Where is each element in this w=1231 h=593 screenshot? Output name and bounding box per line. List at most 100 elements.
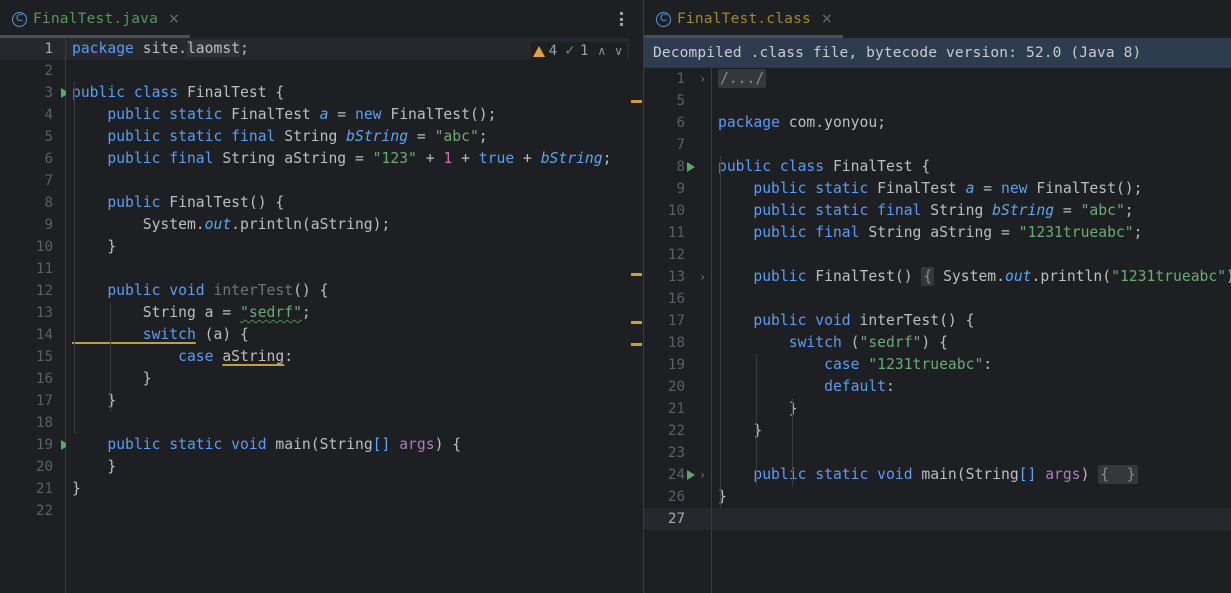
run-gutter-icon[interactable] <box>687 470 695 480</box>
right-code-content[interactable]: /.../ package com.yonyou; public class F… <box>712 68 1231 593</box>
code-line[interactable]: } <box>712 486 1231 508</box>
code-token: "abc" <box>1080 202 1125 219</box>
line-number: 14 <box>35 327 53 343</box>
code-token: case <box>718 356 869 373</box>
line-number: 1 › <box>644 68 711 90</box>
code-line[interactable] <box>712 134 1231 156</box>
code-token: String <box>319 436 373 453</box>
line-number: 9 <box>676 181 685 197</box>
code-line[interactable]: } <box>712 398 1231 420</box>
code-token: } <box>72 238 117 255</box>
code-token: FinalTest <box>186 84 267 101</box>
code-line[interactable]: public FinalTest() { <box>66 192 629 214</box>
line-number: 21 <box>35 481 53 497</box>
code-line[interactable] <box>712 90 1231 112</box>
code-line[interactable]: public class FinalTest { <box>712 156 1231 178</box>
code-line[interactable] <box>66 170 629 192</box>
line-number: 7 <box>44 173 53 189</box>
warning-triangle-icon <box>532 45 545 57</box>
code-line[interactable]: switch (a) { <box>66 324 629 346</box>
code-line[interactable]: } <box>66 236 629 258</box>
code-line[interactable]: public static FinalTest a = new FinalTes… <box>712 178 1231 200</box>
prev-problem-icon[interactable]: ∧ <box>595 44 608 58</box>
fold-chevron-icon[interactable]: › <box>700 464 705 486</box>
code-token: aString <box>222 348 285 365</box>
code-line[interactable]: package com.yonyou; <box>712 112 1231 134</box>
warning-stripe-mark[interactable] <box>631 273 642 276</box>
code-line[interactable]: } <box>66 456 629 478</box>
code-line[interactable]: public void interTest() { <box>66 280 629 302</box>
code-line[interactable] <box>66 500 629 522</box>
code-line[interactable]: public static void main(String[] args) {… <box>712 464 1231 486</box>
code-line[interactable] <box>66 258 629 280</box>
code-line[interactable]: } <box>712 420 1231 442</box>
next-problem-icon[interactable]: ∨ <box>612 44 625 58</box>
line-number: 5 <box>676 93 685 109</box>
right-gutter[interactable]: 1 › 5 6 7 8 9 10 11 12 13 › 16 17 18 19 20 21 22 23 24 › 26 27 <box>644 68 712 593</box>
code-token: String <box>930 202 993 219</box>
code-line[interactable]: } <box>66 390 629 412</box>
line-number: 7 <box>676 137 685 153</box>
fold-chevron-icon[interactable]: › <box>700 266 705 288</box>
code-token: public void <box>72 282 214 299</box>
code-line[interactable] <box>712 442 1231 464</box>
code-line[interactable]: public class FinalTest { <box>66 82 629 104</box>
code-line[interactable]: default: <box>712 376 1231 398</box>
code-line[interactable]: case "1231trueabc": <box>712 354 1231 376</box>
code-line[interactable]: /.../ <box>712 68 1231 90</box>
warning-stripe-mark[interactable] <box>631 343 642 346</box>
line-number: 4 <box>44 107 53 123</box>
code-token: main <box>921 466 957 483</box>
tab-finaltest-class[interactable]: C FinalTest.class × <box>644 0 843 38</box>
inspection-widget[interactable]: 4 ✓ 1 ∧ ∨ <box>530 42 627 60</box>
run-gutter-icon[interactable] <box>687 162 695 172</box>
code-token: System. <box>934 268 1005 285</box>
left-code-content[interactable]: package site.laomst; public class FinalT… <box>66 38 629 593</box>
line-number: 19 <box>0 434 69 456</box>
code-token: public static final <box>72 128 285 145</box>
code-line[interactable]: public final String aString = "123" + 1 … <box>66 148 629 170</box>
code-line[interactable]: } <box>66 368 629 390</box>
code-line[interactable]: public static FinalTest a = new FinalTes… <box>66 104 629 126</box>
left-code-area: 1 2 3 4 5 6 7 8 9 10 11 12 13 14 15 16 17 18 19 20 21 22 pack… <box>0 38 643 593</box>
code-line[interactable] <box>712 288 1231 310</box>
code-token: public static <box>718 180 878 197</box>
code-token: .println( <box>1031 268 1112 285</box>
code-line[interactable]: public final String aString = "1231truea… <box>712 222 1231 244</box>
left-gutter[interactable]: 1 2 3 4 5 6 7 8 9 10 11 12 13 14 15 16 17 18 19 20 21 22 <box>0 38 69 593</box>
tab-finaltest-java[interactable]: C FinalTest.java × <box>0 0 190 38</box>
warning-stripe-mark[interactable] <box>631 100 642 103</box>
fold-chevron-icon[interactable]: › <box>700 68 705 90</box>
code-line[interactable] <box>66 412 629 434</box>
code-line[interactable]: String a = "sedrf"; <box>66 302 629 324</box>
code-token: } <box>72 370 152 387</box>
error-stripe[interactable] <box>629 38 643 593</box>
java-class-icon: C <box>656 11 671 27</box>
code-line[interactable]: public static void main(String[] args) { <box>66 434 629 456</box>
code-line[interactable] <box>712 508 1231 530</box>
code-token: bString <box>346 128 409 145</box>
code-token: FinalTest(); <box>390 106 497 123</box>
code-line[interactable] <box>66 60 629 82</box>
close-icon[interactable]: × <box>168 11 180 27</box>
warning-stripe-mark[interactable] <box>631 321 642 324</box>
code-token: "abc" <box>434 128 479 145</box>
code-line[interactable]: switch ("sedrf") { <box>712 332 1231 354</box>
line-number: 9 <box>44 217 53 233</box>
code-token: ) <box>1080 466 1099 483</box>
line-number: 15 <box>35 349 53 365</box>
line-number: 5 <box>44 129 53 145</box>
code-line[interactable]: public static final String bString = "ab… <box>66 126 629 148</box>
code-line[interactable]: public void interTest() { <box>712 310 1231 332</box>
code-line[interactable]: case aString: <box>66 346 629 368</box>
code-line[interactable]: public static final String bString = "ab… <box>712 200 1231 222</box>
more-options-icon[interactable] <box>613 10 629 28</box>
code-line[interactable]: public FinalTest() { System.out.println(… <box>712 266 1231 288</box>
close-icon[interactable]: × <box>821 11 833 27</box>
code-token: "123" <box>372 150 417 167</box>
code-line[interactable] <box>712 244 1231 266</box>
code-token: FinalTest(); <box>1036 180 1143 197</box>
code-line[interactable]: } <box>66 478 629 500</box>
code-line[interactable]: System.out.println(aString); <box>66 214 629 236</box>
